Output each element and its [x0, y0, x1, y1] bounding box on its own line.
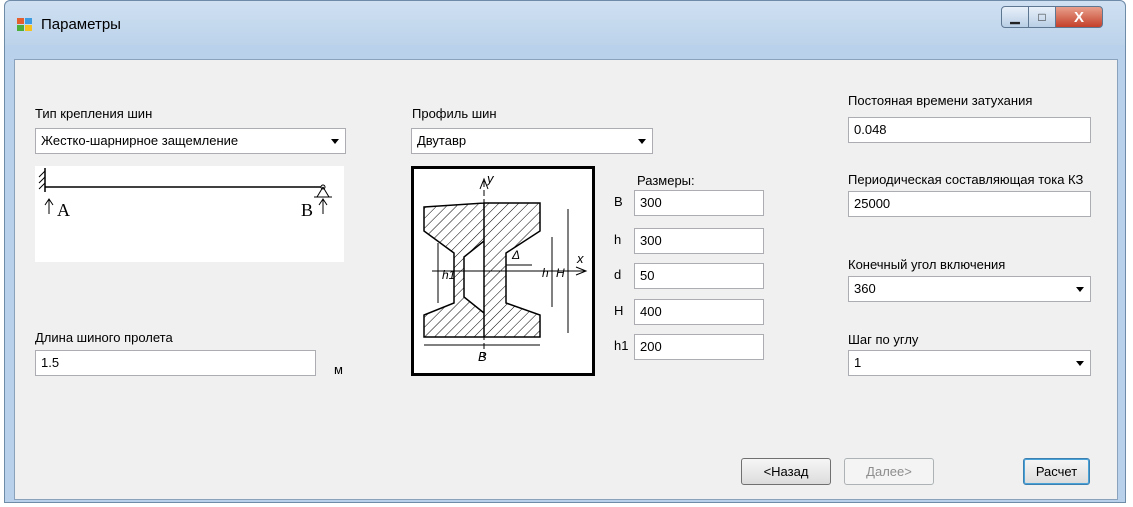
- close-icon: X: [1073, 8, 1084, 26]
- dimensions-label: Размеры:: [637, 173, 695, 188]
- dim-label-H: H: [614, 303, 624, 318]
- final-angle-value: 360: [854, 281, 876, 296]
- final-angle-combobox[interactable]: 360: [848, 276, 1091, 302]
- profile-combobox[interactable]: Двутавр: [411, 128, 653, 154]
- dim-field-B[interactable]: 300: [634, 190, 764, 216]
- periodic-component-label: Периодическая составляющая тока КЗ: [848, 172, 1084, 187]
- angle-step-value: 1: [854, 355, 862, 370]
- window-title: Параметры: [41, 16, 121, 33]
- dim-field-d[interactable]: 50: [634, 263, 764, 289]
- mount-type-value: Жестко-шарнирное защемление: [41, 133, 239, 148]
- dim-field-H[interactable]: 400: [634, 299, 764, 325]
- dim-field-h1[interactable]: 200: [634, 334, 764, 360]
- span-length-label: Длина шиного пролета: [35, 330, 173, 345]
- chevron-down-icon[interactable]: [1076, 287, 1084, 292]
- beam-support-diagram: A B: [35, 166, 344, 262]
- i-beam-svg: y x Δ h1 h H B: [423, 171, 588, 364]
- dim-label-B: B: [614, 194, 623, 209]
- span-unit-label: м: [334, 362, 343, 377]
- dim-field-h[interactable]: 300: [634, 228, 764, 254]
- decay-constant-field[interactable]: 0.048: [848, 117, 1091, 143]
- title-bar[interactable]: Параметры ▁ □ X: [5, 1, 1125, 45]
- beam-diagram-svg: A B: [38, 168, 332, 220]
- angle-step-label: Шаг по углу: [848, 332, 919, 347]
- B-dim-label: B: [478, 349, 487, 364]
- chevron-down-icon[interactable]: [638, 139, 646, 144]
- calculate-button[interactable]: Расчет: [1023, 458, 1090, 485]
- decay-constant-label: Постояная времени затухания: [848, 93, 1033, 108]
- axis-y-label: y: [486, 171, 495, 186]
- i-beam-profile-drawing: y x Δ h1 h H B: [411, 166, 595, 376]
- dim-label-h1: h1: [614, 338, 629, 353]
- H-dim-label: H: [556, 266, 565, 280]
- minimize-button[interactable]: ▁: [1001, 6, 1029, 28]
- profile-label: Профиль шин: [412, 106, 497, 121]
- final-angle-label: Конечный угол включения: [848, 257, 1006, 272]
- app-icon: [17, 18, 33, 32]
- chevron-down-icon[interactable]: [1076, 361, 1084, 366]
- h-dim-label: h: [542, 266, 549, 280]
- span-length-field[interactable]: 1.5: [35, 350, 316, 376]
- maximize-icon: □: [1038, 10, 1046, 24]
- back-button[interactable]: <Назад: [741, 458, 831, 485]
- dim-label-h: h: [614, 232, 622, 247]
- profile-value: Двутавр: [417, 133, 467, 148]
- support-a-label: A: [57, 200, 70, 220]
- delta-label: Δ: [511, 248, 520, 262]
- client-area: Тип крепления шин Жестко-шарнирное защем…: [14, 59, 1118, 500]
- periodic-component-field[interactable]: 25000: [848, 191, 1091, 217]
- support-b-label: B: [301, 200, 313, 220]
- angle-step-combobox[interactable]: 1: [848, 350, 1091, 376]
- parameters-window: Параметры ▁ □ X Тип крепления шин Жестко…: [4, 0, 1126, 503]
- maximize-button[interactable]: □: [1028, 6, 1056, 28]
- next-button[interactable]: Далее>: [844, 458, 934, 485]
- minimize-icon: ▁: [1010, 10, 1020, 24]
- h1-dim-label: h1: [442, 268, 455, 282]
- mount-type-label: Тип крепления шин: [35, 106, 153, 121]
- close-button[interactable]: X: [1055, 6, 1103, 28]
- chevron-down-icon[interactable]: [331, 139, 339, 144]
- dim-label-d: d: [614, 267, 622, 282]
- axis-x-label: x: [576, 251, 584, 266]
- mount-type-combobox[interactable]: Жестко-шарнирное защемление: [35, 128, 346, 154]
